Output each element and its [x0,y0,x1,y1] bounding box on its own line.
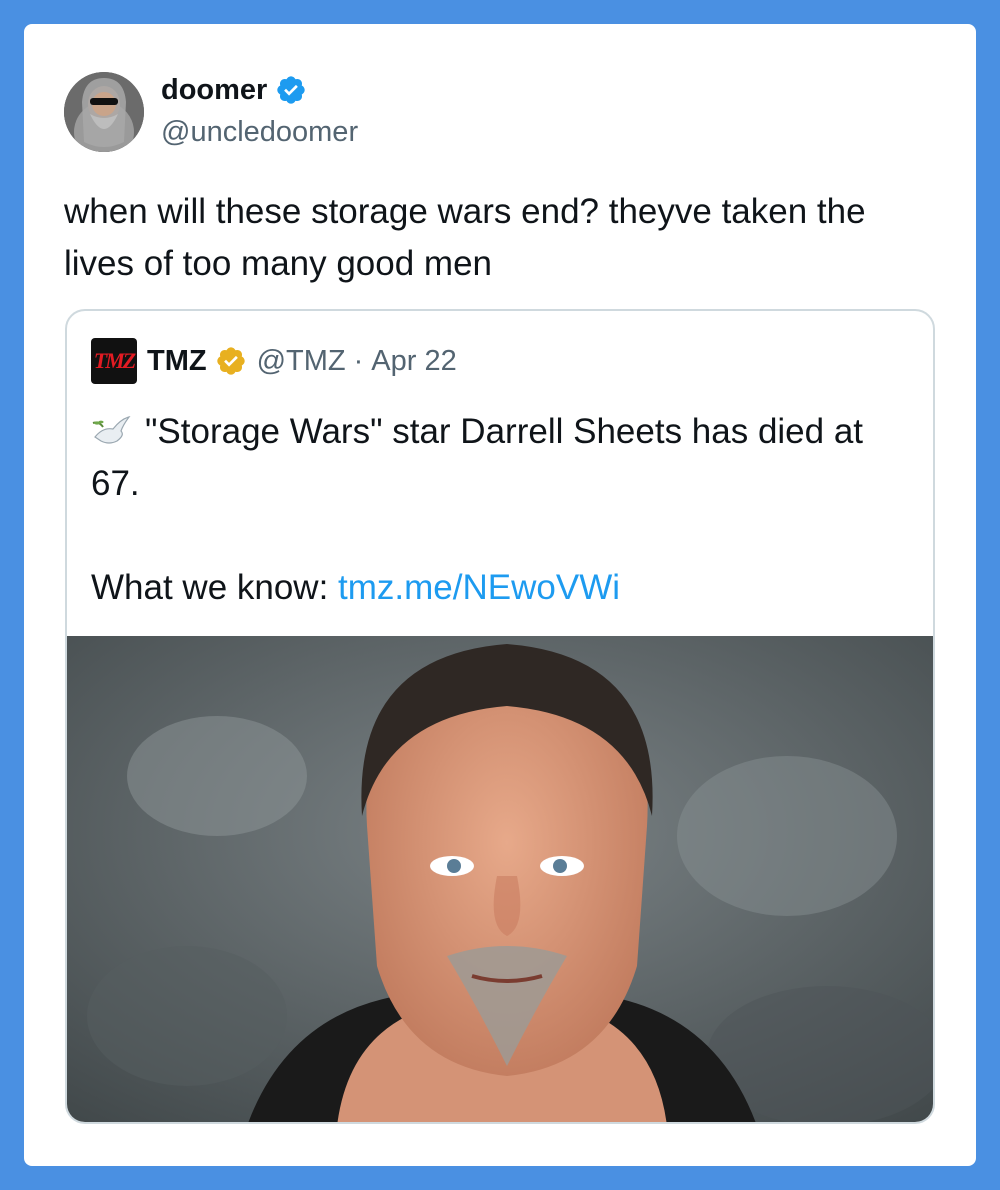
quoted-tweet-image[interactable] [67,636,933,1122]
portrait-photo-image [67,636,933,1122]
author-display-name[interactable]: doomer [161,74,267,107]
author-handle[interactable]: @uncledoomer [161,116,358,149]
avatar-image [64,72,144,152]
quoted-tweet[interactable]: TMZ TMZ @TMZ · Apr 22 "Storage Wars" sta… [65,309,935,1124]
quoted-author-name[interactable]: TMZ [147,345,207,378]
quoted-tweet-link-prefix: What we know: [91,568,329,607]
quoted-author-handle[interactable]: @TMZ [257,345,346,378]
tweet-text: when will these storage wars end? theyve… [64,192,866,283]
tweet-card: doomer @uncledoomer when will these stor… [24,24,976,1166]
author-name-row: doomer [161,72,307,108]
quoted-tweet-link[interactable]: tmz.me/NEwoVWi [338,568,620,607]
dove-icon [92,416,131,444]
meta-separator: · [353,344,364,377]
verified-gold-badge-icon [216,347,245,375]
quoted-tweet-header: TMZ TMZ @TMZ · Apr 22 [91,338,457,384]
quoted-tweet-date[interactable]: Apr 22 [371,345,456,378]
tmz-logo-text: TMZ [93,348,136,373]
avatar[interactable] [64,72,144,152]
verified-badge-icon [277,76,306,104]
quoted-tweet-text: "Storage Wars" star Darrell Sheets has d… [91,406,911,614]
tmz-logo-icon[interactable]: TMZ [91,338,137,384]
quoted-tweet-main-text: "Storage Wars" star Darrell Sheets has d… [91,412,864,503]
